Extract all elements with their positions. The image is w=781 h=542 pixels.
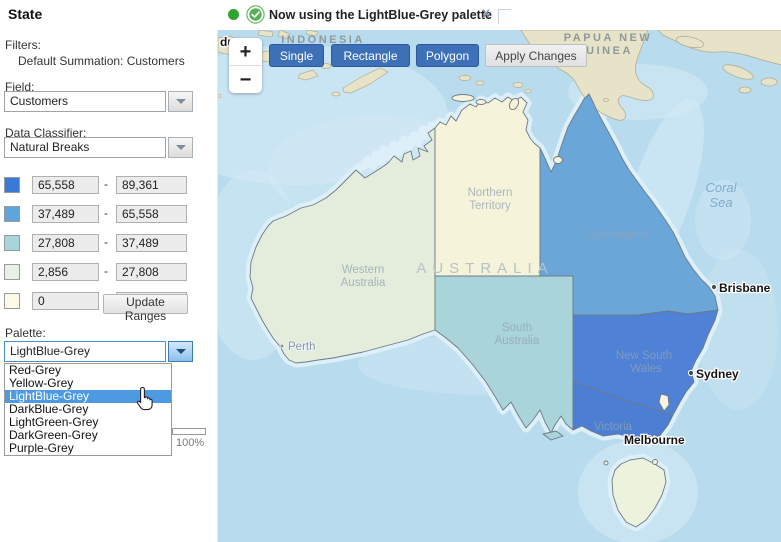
palette-select-value[interactable]: LightBlue-Grey xyxy=(4,341,166,362)
label-brisbane: Brisbane xyxy=(719,281,771,295)
range-separator: - xyxy=(104,264,108,278)
range-to-input[interactable]: 37,489 xyxy=(116,234,187,252)
opacity-slider[interactable] xyxy=(172,428,206,435)
label-sa-2: Australia xyxy=(495,335,540,347)
sydney-dot xyxy=(688,370,693,375)
range-from-input[interactable]: 65,558 xyxy=(32,176,99,194)
classifier-select[interactable]: Natural Breaks xyxy=(4,137,193,158)
chevron-down-icon[interactable] xyxy=(168,91,193,112)
update-ranges-button[interactable]: Update Ranges xyxy=(103,294,188,314)
label-png-1: PAPUA NEW xyxy=(564,32,653,44)
polygon-select-button[interactable]: Polygon xyxy=(416,44,479,67)
label-sa-1: South xyxy=(502,322,532,334)
range-swatch xyxy=(4,235,20,251)
range-from-input[interactable]: 0 xyxy=(32,292,99,310)
range-row: 37,489 - 65,558 xyxy=(0,205,217,224)
apply-changes-button[interactable]: Apply Changes xyxy=(485,44,587,67)
palette-option[interactable]: DarkGreen-Grey xyxy=(5,429,171,442)
zoom-control: + − xyxy=(229,38,262,93)
label-wa-2: Australia xyxy=(341,277,386,289)
opacity-value: 100% xyxy=(176,437,204,449)
label-wa-1: Western xyxy=(342,264,385,276)
king-island xyxy=(604,461,608,465)
range-from-input[interactable]: 2,856 xyxy=(32,263,99,281)
single-select-button[interactable]: Single xyxy=(269,44,324,67)
classifier-select-value[interactable]: Natural Breaks xyxy=(4,137,166,158)
melville-island xyxy=(452,95,474,102)
palette-option[interactable]: Red-Grey xyxy=(5,364,171,377)
basemap-svg: INDONESIA PAPUA NEW GUINEA AUSTRALIA Nor… xyxy=(218,30,781,542)
hand-cursor-icon xyxy=(134,386,158,412)
label-nsw-2: Wales xyxy=(630,363,662,375)
palette-select[interactable]: LightBlue-Grey xyxy=(4,341,193,362)
label-australia: AUSTRALIA xyxy=(416,260,553,277)
label-coral-sea-1: Coral xyxy=(705,180,737,195)
notification-message: Now using the LightBlue-Grey palette xyxy=(269,0,492,30)
range-separator: - xyxy=(104,235,108,249)
field-select[interactable]: Customers xyxy=(4,91,193,112)
notification-close-button[interactable]: X xyxy=(482,7,490,21)
config-panel: State Filters: Default Summation: Custom… xyxy=(0,0,217,542)
chevron-down-icon[interactable] xyxy=(168,341,193,362)
palette-option[interactable]: LightGreen-Grey xyxy=(5,416,171,429)
range-from-input[interactable]: 37,489 xyxy=(32,205,99,223)
zoom-in-button[interactable]: + xyxy=(229,38,262,65)
range-row: 27,808 - 37,489 xyxy=(0,234,217,253)
palette-option[interactable]: Purple-Grey xyxy=(5,442,171,455)
filters-label: Filters: xyxy=(5,38,41,52)
chevron-down-icon[interactable] xyxy=(168,137,193,158)
label-nt-2: Territory xyxy=(469,200,511,212)
range-swatch xyxy=(4,264,20,280)
range-swatch xyxy=(4,177,20,193)
range-swatch xyxy=(4,293,20,309)
label-perth: Perth xyxy=(288,341,316,353)
range-to-input[interactable]: 89,361 xyxy=(116,176,187,194)
label-nt-1: Northern xyxy=(468,187,513,199)
status-dot-icon xyxy=(228,9,239,20)
success-check-icon xyxy=(246,5,265,24)
range-swatch xyxy=(4,206,20,222)
rectangle-select-button[interactable]: Rectangle xyxy=(331,44,410,67)
brisbane-dot xyxy=(711,284,716,289)
label-nsw-1: New South xyxy=(616,350,672,362)
range-row: 65,558 - 89,361 xyxy=(0,176,217,195)
groote-eylandt xyxy=(554,157,563,164)
range-to-input[interactable]: 65,558 xyxy=(116,205,187,223)
range-separator: - xyxy=(104,177,108,191)
app-root: State Filters: Default Summation: Custom… xyxy=(0,0,781,542)
flinders-island xyxy=(653,460,658,465)
label-sydney: Sydney xyxy=(696,367,739,381)
filters-value: Default Summation: Customers xyxy=(18,54,185,68)
label-vic: Victoria xyxy=(594,421,633,433)
range-to-input[interactable]: 27,808 xyxy=(116,263,187,281)
page-title: State xyxy=(8,6,42,22)
range-row: 2,856 - 27,808 xyxy=(0,263,217,282)
notification-bar: Now using the LightBlue-Grey palette X xyxy=(217,0,781,30)
label-melbourne: Melbourne xyxy=(624,433,685,447)
palette-label: Palette: xyxy=(5,326,46,340)
map-canvas[interactable]: INDONESIA PAPUA NEW GUINEA AUSTRALIA Nor… xyxy=(217,30,781,542)
perth-dot xyxy=(280,344,284,348)
label-qld: Queensland xyxy=(587,229,649,241)
partial-box-icon xyxy=(498,9,511,24)
range-from-input[interactable]: 27,808 xyxy=(32,234,99,252)
label-coral-sea-2: Sea xyxy=(709,195,732,210)
range-separator: - xyxy=(104,206,108,220)
zoom-out-button[interactable]: − xyxy=(229,66,262,93)
field-select-value[interactable]: Customers xyxy=(4,91,166,112)
